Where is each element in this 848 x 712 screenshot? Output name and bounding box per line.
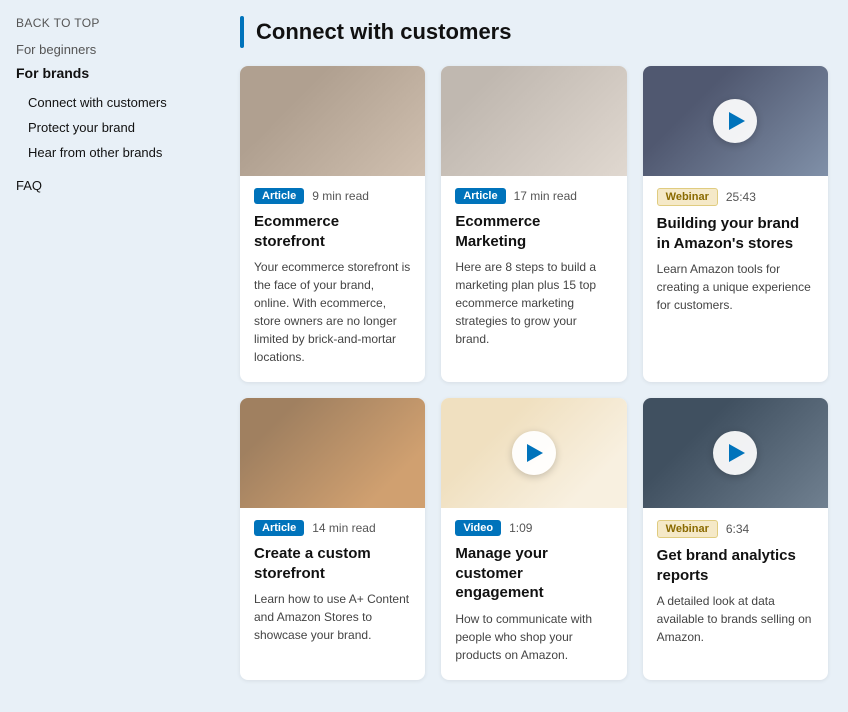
card-title-custom-storefront: Create a custom storefront <box>254 544 411 583</box>
card-brand-analytics[interactable]: Webinar 6:34 Get brand analytics reports A … <box>643 398 828 680</box>
card-badge-ecommerce-marketing: Article <box>455 188 505 204</box>
card-title-customer-engagement: Manage your customer engagement <box>455 544 612 603</box>
sidebar-for-beginners[interactable]: For beginners <box>16 42 220 57</box>
play-button-brand-analytics[interactable] <box>713 431 757 475</box>
card-customer-engagement[interactable]: Video 1:09 Manage your customer engagement… <box>441 398 626 680</box>
card-image-ecommerce-marketing <box>441 66 626 176</box>
card-image-brand-analytics <box>643 398 828 508</box>
card-image-custom-storefront <box>240 398 425 508</box>
card-title-ecommerce-storefront: Ecommerce storefront <box>254 212 411 251</box>
card-body-ecommerce-storefront: Article 9 min read Ecommerce storefront You… <box>240 176 425 382</box>
page-layout: BACK TO TOP For beginners For brands Con… <box>0 0 848 712</box>
play-triangle-icon <box>729 444 745 462</box>
card-time-ecommerce-storefront: 9 min read <box>312 189 369 203</box>
card-badge-brand-analytics: Webinar <box>657 520 718 538</box>
card-badge-customer-engagement: Video <box>455 520 501 536</box>
card-title-building-brand: Building your brand in Amazon's stores <box>657 214 814 253</box>
card-desc-building-brand: Learn Amazon tools for creating a unique… <box>657 260 814 314</box>
card-title-ecommerce-marketing: Ecommerce Marketing <box>455 212 612 251</box>
section-title-bar: Connect with customers <box>240 16 828 48</box>
title-accent <box>240 16 244 48</box>
sidebar: BACK TO TOP For beginners For brands Con… <box>0 0 220 712</box>
card-time-brand-analytics: 6:34 <box>726 522 749 536</box>
main-content: Connect with customers Article 9 min read… <box>220 0 848 712</box>
sidebar-items: Connect with customersProtect your brand… <box>16 91 220 164</box>
card-image-customer-engagement <box>441 398 626 508</box>
card-meta-customer-engagement: Video 1:09 <box>455 520 612 536</box>
cards-grid-row-2: Article 14 min read Create a custom storef… <box>240 398 828 680</box>
sidebar-item-connect[interactable]: Connect with customers <box>16 91 220 114</box>
card-image-ecommerce-storefront <box>240 66 425 176</box>
section-title: Connect with customers <box>256 19 511 45</box>
sidebar-for-brands: For brands <box>16 65 220 81</box>
play-triangle-icon <box>527 444 543 462</box>
card-meta-brand-analytics: Webinar 6:34 <box>657 520 814 538</box>
card-desc-ecommerce-storefront: Your ecommerce storefront is the face of… <box>254 258 411 366</box>
sidebar-item-protect[interactable]: Protect your brand <box>16 116 220 139</box>
play-triangle-icon <box>729 112 745 130</box>
back-to-top[interactable]: BACK TO TOP <box>16 16 220 30</box>
card-body-customer-engagement: Video 1:09 Manage your customer engagement… <box>441 508 626 680</box>
card-desc-brand-analytics: A detailed look at data available to bra… <box>657 592 814 646</box>
card-desc-custom-storefront: Learn how to use A+ Content and Amazon S… <box>254 590 411 644</box>
play-button-customer-engagement[interactable] <box>512 431 556 475</box>
card-time-ecommerce-marketing: 17 min read <box>514 189 577 203</box>
card-time-customer-engagement: 1:09 <box>509 521 532 535</box>
card-body-building-brand: Webinar 25:43 Building your brand in Amazo… <box>643 176 828 330</box>
card-body-ecommerce-marketing: Article 17 min read Ecommerce Marketing Her… <box>441 176 626 364</box>
card-ecommerce-marketing[interactable]: Article 17 min read Ecommerce Marketing Her… <box>441 66 626 382</box>
card-desc-ecommerce-marketing: Here are 8 steps to build a marketing pl… <box>455 258 612 348</box>
card-image-building-brand <box>643 66 828 176</box>
card-time-building-brand: 25:43 <box>726 190 756 204</box>
card-meta-ecommerce-marketing: Article 17 min read <box>455 188 612 204</box>
card-body-custom-storefront: Article 14 min read Create a custom storef… <box>240 508 425 660</box>
sidebar-faq[interactable]: FAQ <box>16 178 220 193</box>
card-title-brand-analytics: Get brand analytics reports <box>657 546 814 585</box>
cards-grid-row-1: Article 9 min read Ecommerce storefront You… <box>240 66 828 382</box>
card-ecommerce-storefront[interactable]: Article 9 min read Ecommerce storefront You… <box>240 66 425 382</box>
card-desc-customer-engagement: How to communicate with people who shop … <box>455 610 612 664</box>
card-meta-building-brand: Webinar 25:43 <box>657 188 814 206</box>
card-custom-storefront[interactable]: Article 14 min read Create a custom storef… <box>240 398 425 680</box>
card-meta-custom-storefront: Article 14 min read <box>254 520 411 536</box>
card-badge-custom-storefront: Article <box>254 520 304 536</box>
card-badge-ecommerce-storefront: Article <box>254 188 304 204</box>
card-time-custom-storefront: 14 min read <box>312 521 375 535</box>
card-meta-ecommerce-storefront: Article 9 min read <box>254 188 411 204</box>
sidebar-item-hear[interactable]: Hear from other brands <box>16 141 220 164</box>
card-body-brand-analytics: Webinar 6:34 Get brand analytics reports A … <box>643 508 828 662</box>
card-badge-building-brand: Webinar <box>657 188 718 206</box>
card-building-brand[interactable]: Webinar 25:43 Building your brand in Amazo… <box>643 66 828 382</box>
play-button-building-brand[interactable] <box>713 99 757 143</box>
